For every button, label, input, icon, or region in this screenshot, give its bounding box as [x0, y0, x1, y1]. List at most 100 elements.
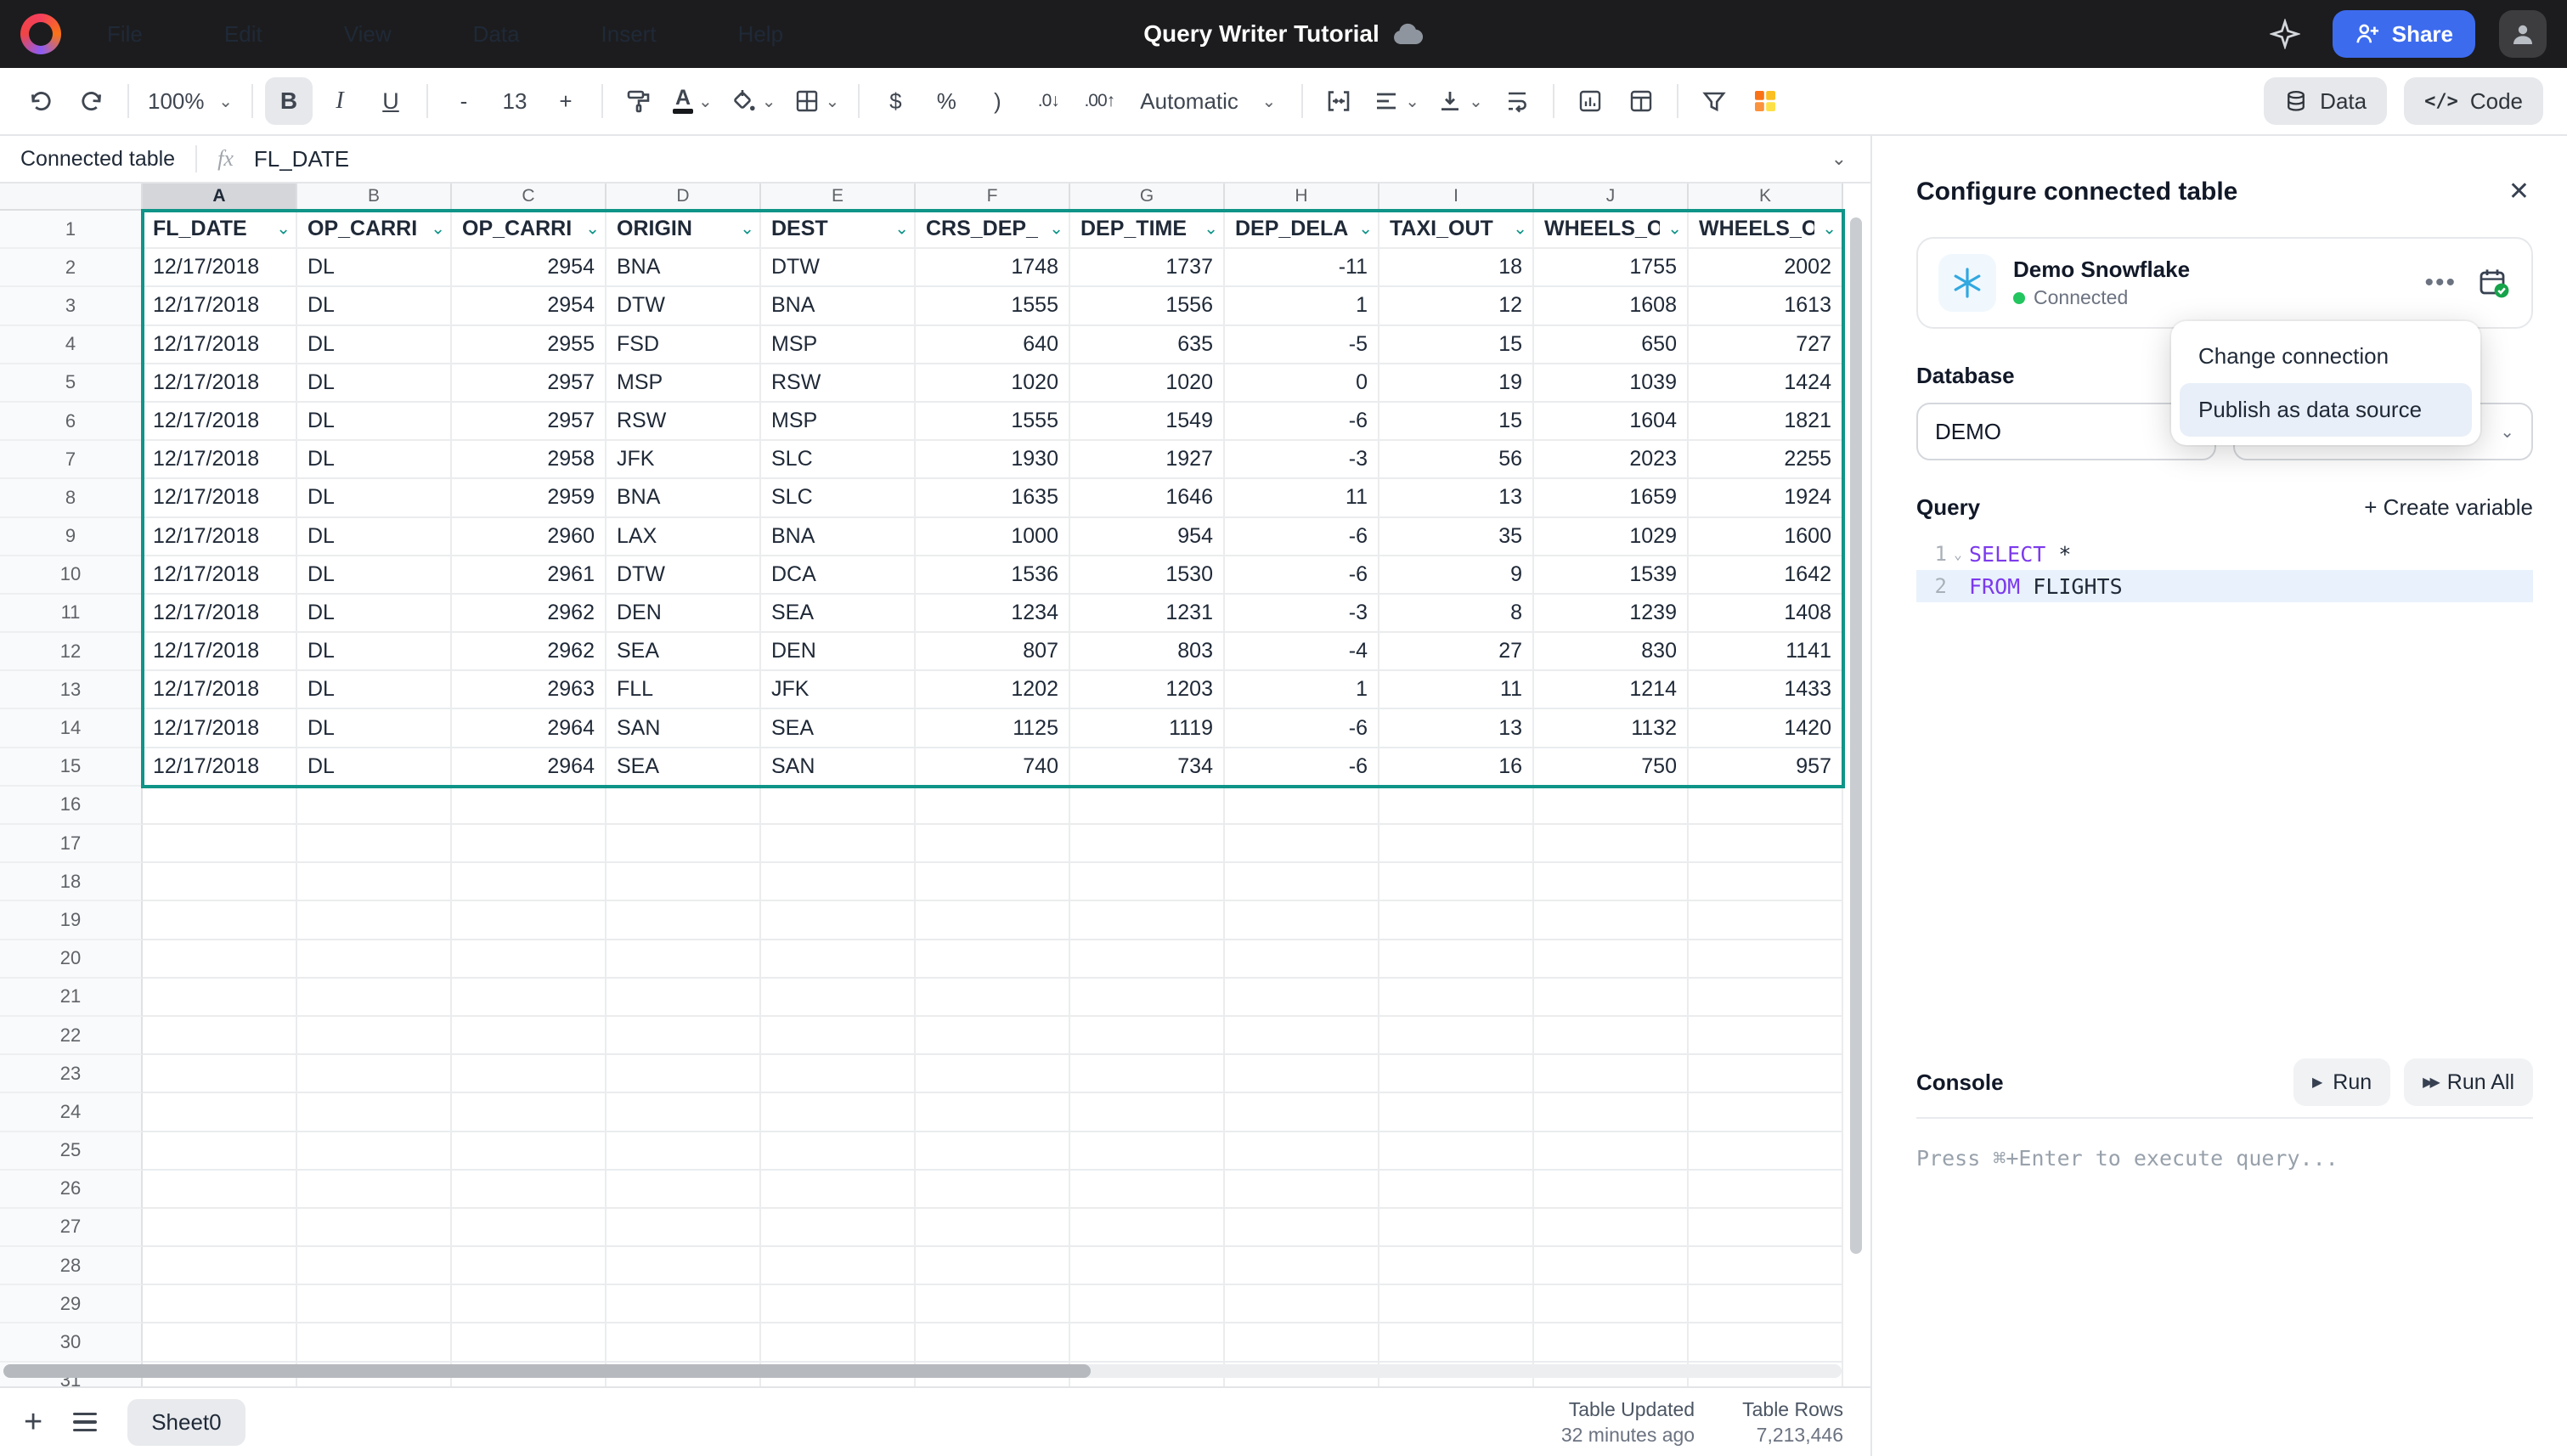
cell-B25[interactable]	[297, 1132, 452, 1171]
cell-I16[interactable]	[1379, 787, 1534, 825]
cell-K19[interactable]	[1689, 901, 1843, 940]
header-cell-H1[interactable]: DEP_DELA⌄	[1225, 211, 1379, 249]
cell-F8[interactable]: 1635	[916, 479, 1070, 517]
cell-B6[interactable]: DL	[297, 403, 452, 441]
cell-D19[interactable]	[606, 901, 761, 940]
cell-J21[interactable]	[1534, 979, 1689, 1017]
redo-button[interactable]	[68, 77, 116, 125]
horizontal-scrollbar-thumb[interactable]	[3, 1364, 1091, 1378]
header-filter-chevron-icon[interactable]: ⌄	[1822, 217, 1836, 239]
cell-F15[interactable]: 740	[916, 748, 1070, 787]
cell-I20[interactable]	[1379, 940, 1534, 979]
select-all-corner[interactable]	[0, 183, 143, 211]
cell-G10[interactable]: 1530	[1070, 556, 1225, 595]
cell-C11[interactable]: 2962	[452, 595, 606, 633]
header-cell-G1[interactable]: DEP_TIME⌄	[1070, 211, 1225, 249]
cell-C4[interactable]: 2955	[452, 326, 606, 364]
cell-K18[interactable]	[1689, 863, 1843, 901]
cell-K28[interactable]	[1689, 1247, 1843, 1285]
cell-E22[interactable]	[761, 1017, 916, 1055]
cell-G18[interactable]	[1070, 863, 1225, 901]
cell-K7[interactable]: 2255	[1689, 441, 1843, 479]
cell-I23[interactable]	[1379, 1055, 1534, 1093]
cell-A10[interactable]: 12/17/2018	[143, 556, 297, 595]
cell-A28[interactable]	[143, 1247, 297, 1285]
cell-J8[interactable]: 1659	[1534, 479, 1689, 517]
cell-I15[interactable]: 16	[1379, 748, 1534, 787]
row-header-28[interactable]: 28	[0, 1247, 143, 1285]
cell-B5[interactable]: DL	[297, 364, 452, 403]
cell-E24[interactable]	[761, 1093, 916, 1132]
vertical-align-button[interactable]: ⌄	[1430, 77, 1490, 125]
comma-format-button[interactable]: )	[973, 77, 1021, 125]
cell-J15[interactable]: 750	[1534, 748, 1689, 787]
cell-K16[interactable]	[1689, 787, 1843, 825]
cell-H27[interactable]	[1225, 1209, 1379, 1247]
cell-F25[interactable]	[916, 1132, 1070, 1171]
cell-K9[interactable]: 1600	[1689, 518, 1843, 556]
cell-I27[interactable]	[1379, 1209, 1534, 1247]
column-header-B[interactable]: B	[297, 183, 452, 211]
cell-K30[interactable]	[1689, 1323, 1843, 1362]
cell-G19[interactable]	[1070, 901, 1225, 940]
cell-A27[interactable]	[143, 1209, 297, 1247]
cell-B11[interactable]: DL	[297, 595, 452, 633]
cell-G17[interactable]	[1070, 825, 1225, 863]
cell-H30[interactable]	[1225, 1323, 1379, 1362]
cell-B22[interactable]	[297, 1017, 452, 1055]
row-header-6[interactable]: 6	[0, 403, 143, 441]
cell-I18[interactable]	[1379, 863, 1534, 901]
cell-K17[interactable]	[1689, 825, 1843, 863]
cell-I21[interactable]	[1379, 979, 1534, 1017]
row-header-14[interactable]: 14	[0, 709, 143, 748]
cell-J11[interactable]: 1239	[1534, 595, 1689, 633]
cell-A22[interactable]	[143, 1017, 297, 1055]
cell-C16[interactable]	[452, 787, 606, 825]
cell-D9[interactable]: LAX	[606, 518, 761, 556]
header-filter-chevron-icon[interactable]: ⌄	[1513, 217, 1527, 239]
cell-I11[interactable]: 8	[1379, 595, 1534, 633]
cell-C27[interactable]	[452, 1209, 606, 1247]
cell-G6[interactable]: 1549	[1070, 403, 1225, 441]
cell-H28[interactable]	[1225, 1247, 1379, 1285]
cell-G28[interactable]	[1070, 1247, 1225, 1285]
header-cell-D1[interactable]: ORIGIN⌄	[606, 211, 761, 249]
cell-D13[interactable]: FLL	[606, 671, 761, 709]
row-header-7[interactable]: 7	[0, 441, 143, 479]
cell-B4[interactable]: DL	[297, 326, 452, 364]
cell-K4[interactable]: 727	[1689, 326, 1843, 364]
cell-G15[interactable]: 734	[1070, 748, 1225, 787]
undo-button[interactable]	[17, 77, 65, 125]
cell-D11[interactable]: DEN	[606, 595, 761, 633]
cell-H7[interactable]: -3	[1225, 441, 1379, 479]
add-sheet-button[interactable]: +	[24, 1406, 42, 1438]
formula-bar-chevron-icon[interactable]: ⌄	[1831, 148, 1847, 170]
menu-insert[interactable]: Insert	[583, 8, 675, 61]
cell-B30[interactable]	[297, 1323, 452, 1362]
merge-cells-button[interactable]	[1315, 77, 1362, 125]
cell-E9[interactable]: BNA	[761, 518, 916, 556]
run-all-button[interactable]: ▶▶Run All	[2404, 1058, 2533, 1106]
cell-C17[interactable]	[452, 825, 606, 863]
cell-E30[interactable]	[761, 1323, 916, 1362]
cell-I30[interactable]	[1379, 1323, 1534, 1362]
row-header-29[interactable]: 29	[0, 1285, 143, 1323]
cell-H8[interactable]: 11	[1225, 479, 1379, 517]
cell-A2[interactable]: 12/17/2018	[143, 249, 297, 287]
cell-D23[interactable]	[606, 1055, 761, 1093]
cell-E4[interactable]: MSP	[761, 326, 916, 364]
cell-C8[interactable]: 2959	[452, 479, 606, 517]
spreadsheet-grid[interactable]: ABCDEFGHIJK 1FL_DATE⌄OP_CARRI⌄OP_CARRI⌄O…	[0, 183, 1870, 1386]
cell-B10[interactable]: DL	[297, 556, 452, 595]
cell-K29[interactable]	[1689, 1285, 1843, 1323]
cell-B17[interactable]	[297, 825, 452, 863]
cell-J26[interactable]	[1534, 1171, 1689, 1209]
decrease-font-button[interactable]: -	[440, 77, 488, 125]
cell-A3[interactable]: 12/17/2018	[143, 287, 297, 325]
cell-B27[interactable]	[297, 1209, 452, 1247]
cell-I14[interactable]: 13	[1379, 709, 1534, 748]
cell-D7[interactable]: JFK	[606, 441, 761, 479]
cell-E26[interactable]	[761, 1171, 916, 1209]
header-filter-chevron-icon[interactable]: ⌄	[585, 217, 600, 239]
schedule-icon[interactable]	[2477, 266, 2511, 300]
